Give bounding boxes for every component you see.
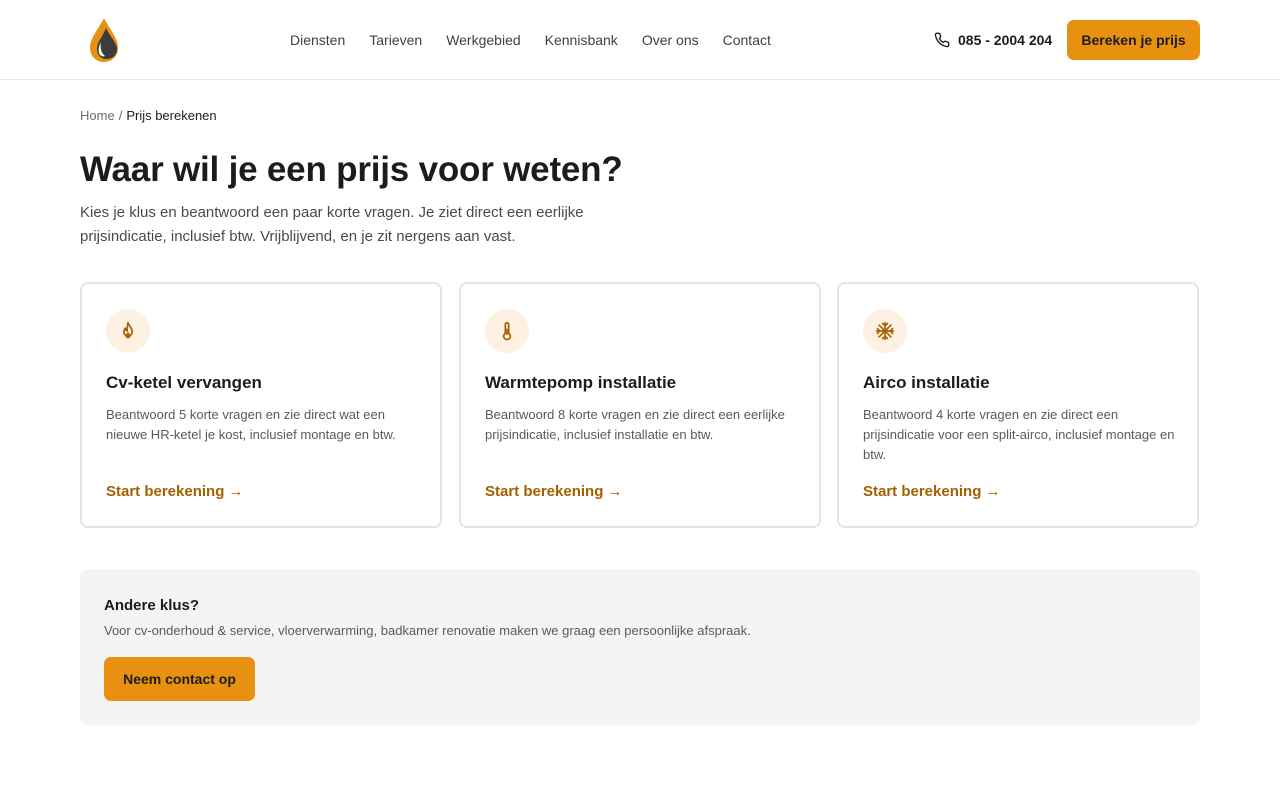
phone-link[interactable]: 085 - 2004 204 [934, 30, 1052, 50]
card-warmtepomp[interactable]: Warmtepomp installatie Beantwoord 8 kort… [459, 282, 821, 528]
breadcrumb: Home / Prijs berekenen [80, 107, 217, 125]
main-nav: Diensten Tarieven Werkgebied Kennisbank … [290, 30, 771, 50]
snowflake-icon [863, 309, 907, 353]
flame-icon [106, 309, 150, 353]
page-intro: Kies je klus en beantwoord een paar kort… [80, 204, 584, 245]
breadcrumb-home[interactable]: Home [80, 108, 115, 123]
site-header: Diensten Tarieven Werkgebied Kennisbank … [0, 0, 1280, 80]
card-cv-ketel[interactable]: Cv-ketel vervangen Beantwoord 5 korte vr… [80, 282, 442, 528]
other-job-title: Andere klus? [104, 597, 200, 614]
start-calculation-link[interactable]: Start berekening → [485, 482, 623, 502]
card-description: Beantwoord 8 korte vragen en zie direct … [485, 407, 785, 442]
nav-tarieven[interactable]: Tarieven [369, 30, 422, 50]
page-title: Waar wil je een prijs voor weten? [80, 150, 623, 189]
card-description: Beantwoord 5 korte vragen en zie direct … [106, 407, 396, 442]
nav-diensten[interactable]: Diensten [290, 30, 345, 50]
other-job-text: Voor cv-onderhoud & service, vloerverwar… [104, 623, 751, 638]
thermometer-icon [485, 309, 529, 353]
nav-over-ons[interactable]: Over ons [642, 30, 699, 50]
card-title: Cv-ketel vervangen [106, 373, 262, 392]
contact-button[interactable]: Neem contact op [104, 657, 255, 701]
flame-drop-logo[interactable] [86, 16, 122, 64]
start-calculation-link[interactable]: Start berekening → [106, 482, 244, 502]
card-title: Airco installatie [863, 373, 990, 392]
card-airco[interactable]: Airco installatie Beantwoord 4 korte vra… [837, 282, 1199, 528]
phone-number: 085 - 2004 204 [958, 32, 1053, 48]
breadcrumb-separator: / [118, 108, 123, 123]
nav-contact[interactable]: Contact [723, 30, 771, 50]
phone-icon [934, 32, 950, 48]
nav-werkgebied[interactable]: Werkgebied [446, 30, 520, 50]
card-title: Warmtepomp installatie [485, 373, 677, 392]
calculate-price-button[interactable]: Bereken je prijs [1067, 20, 1200, 60]
card-description: Beantwoord 4 korte vragen en zie direct … [863, 407, 1175, 462]
breadcrumb-current: Prijs berekenen [126, 108, 217, 123]
nav-kennisbank[interactable]: Kennisbank [545, 30, 618, 50]
start-calculation-link[interactable]: Start berekening → [863, 482, 1001, 502]
other-job-panel: Andere klus? Voor cv-onderhoud & service… [80, 569, 1200, 725]
